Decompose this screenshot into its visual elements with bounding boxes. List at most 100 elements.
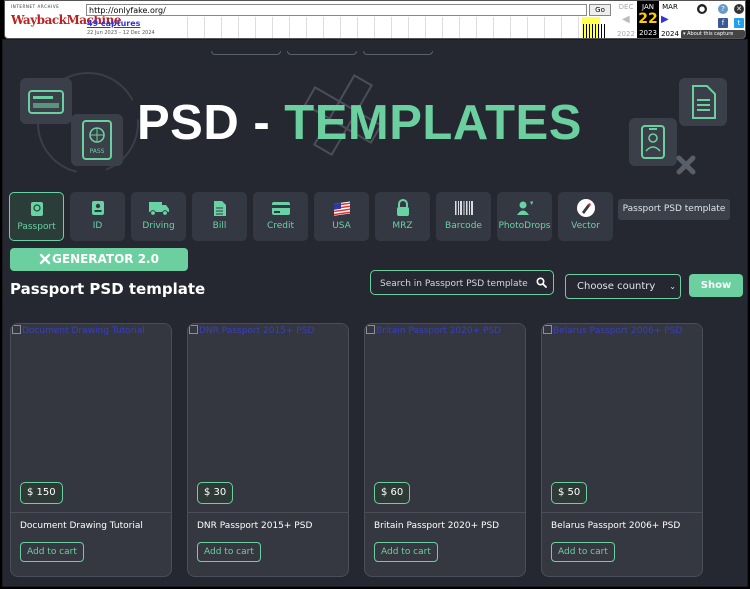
product-image-alt: Belarus Passport 2006+ PSD: [543, 325, 682, 336]
barcode-icon: [436, 198, 491, 218]
prev-arrow-icon[interactable]: ◀: [622, 14, 630, 25]
category-id[interactable]: ID: [70, 192, 125, 241]
product-image-alt: DNR Passport 2015+ PSD: [189, 325, 314, 336]
category-bill[interactable]: Bill: [192, 192, 247, 241]
current-year: 2023: [639, 29, 657, 37]
prev-year[interactable]: 2022: [615, 30, 637, 38]
hero-banner: PASS PSD - TEMPLATES: [3, 62, 747, 182]
search-icon[interactable]: [536, 277, 547, 288]
next-year[interactable]: 2024: [659, 30, 681, 38]
close-icon[interactable]: ✕: [734, 4, 744, 14]
user-icon[interactable]: ●: [697, 4, 707, 14]
product-image-alt: Britain Passport 2020+ PSD: [366, 325, 501, 336]
product-card: Britain Passport 2020+ PSD $ 60 Britain …: [364, 323, 526, 577]
country-select-value: Choose country: [577, 281, 656, 292]
category-photodrops[interactable]: PhotoDrops: [497, 192, 552, 241]
prev-month[interactable]: DEC: [615, 3, 637, 11]
category-mrz[interactable]: MRZ: [375, 192, 430, 241]
top-nav-tab[interactable]: [363, 51, 433, 55]
license-card-icon: [20, 78, 72, 124]
product-image-alt: Document Drawing Tutorial: [12, 325, 145, 336]
category-label: Barcode: [445, 221, 482, 231]
price-badge: $ 60: [374, 482, 411, 504]
passport-icon: [10, 199, 63, 219]
top-nav-tab[interactable]: [287, 51, 357, 55]
lock-icon: [375, 198, 430, 218]
country-select[interactable]: Choose country ⌄: [565, 274, 681, 299]
category-label: Credit: [266, 221, 295, 231]
wayback-capture-range: 22 Jun 2023 – 12 Dec 2024: [87, 30, 155, 36]
price-badge: $ 30: [197, 482, 234, 504]
next-month[interactable]: MAR: [659, 3, 681, 11]
category-vector[interactable]: Vector: [558, 192, 613, 241]
help-icon[interactable]: ?: [718, 4, 728, 14]
category-usa[interactable]: USA: [314, 192, 369, 241]
price-badge: $ 50: [551, 482, 588, 504]
hero-title-white: PSD -: [137, 96, 285, 150]
current-day: 22: [638, 11, 658, 27]
document-lines-icon: [679, 78, 727, 126]
category-passport[interactable]: Passport: [9, 192, 64, 241]
hero-title-green: TEMPLATES: [284, 96, 582, 150]
credit-card-icon: [253, 198, 308, 218]
sparkline-bars: [583, 24, 607, 38]
about-capture-button[interactable]: ▾ About this capture: [681, 30, 745, 38]
wayback-logo[interactable]: INTERNET ARCHIVE WaybackMachine: [11, 4, 121, 36]
add-to-cart-button[interactable]: Add to cart: [374, 542, 438, 562]
price-badge: $ 150: [20, 482, 63, 504]
wayback-sparkline[interactable]: [171, 17, 611, 38]
top-nav-tabs: [211, 40, 441, 55]
svg-text:PASS: PASS: [90, 148, 105, 155]
show-button[interactable]: Show: [689, 274, 743, 297]
category-barcode[interactable]: Barcode: [436, 192, 491, 241]
category-label: Bill: [212, 221, 227, 231]
search-box: [370, 270, 554, 296]
add-to-cart-button[interactable]: Add to cart: [197, 542, 261, 562]
facebook-icon[interactable]: f: [718, 18, 728, 28]
category-label: Vector: [571, 221, 600, 231]
add-to-cart-button[interactable]: Add to cart: [551, 542, 615, 562]
wayback-date-nav: DEC ◀ 2022 JAN 22 2023 MAR ▶ 2024: [615, 1, 681, 38]
usa-flag-icon: [314, 198, 369, 218]
site-page: PASS PSD - TEMPLATES Passport ID Driving: [2, 39, 748, 587]
product-name[interactable]: Belarus Passport 2006+ PSD: [551, 521, 680, 531]
wayback-go-button[interactable]: Go: [589, 4, 611, 16]
photo-drops-icon: [497, 198, 552, 218]
category-label: ID: [92, 221, 103, 231]
generator-label: GENERATOR 2.0: [52, 252, 159, 266]
category-driving[interactable]: Driving: [131, 192, 186, 241]
current-month: JAN: [642, 3, 654, 11]
id-card-icon: [70, 198, 125, 218]
wayback-logo-main: WaybackMachine: [11, 13, 121, 27]
truck-icon: [131, 198, 186, 218]
product-card: DNR Passport 2015+ PSD $ 30 DNR Passport…: [187, 323, 349, 577]
category-credit[interactable]: Credit: [253, 192, 308, 241]
category-tooltip: Passport PSD template: [618, 199, 730, 220]
add-to-cart-button[interactable]: Add to cart: [20, 542, 84, 562]
product-name[interactable]: Document Drawing Tutorial: [20, 521, 143, 531]
category-label: Passport: [17, 222, 56, 232]
wayback-logo-top: INTERNET ARCHIVE: [11, 4, 60, 9]
category-label: Driving: [142, 221, 175, 231]
product-card: Document Drawing Tutorial $ 150 Document…: [10, 323, 172, 577]
x-mark-decoration: [676, 155, 696, 175]
wayback-captures-link[interactable]: 49 captures: [87, 19, 140, 28]
tools-icon: [39, 250, 51, 273]
category-label: MRZ: [392, 221, 413, 231]
category-label: PhotoDrops: [498, 221, 551, 231]
top-nav-tab[interactable]: [211, 51, 281, 55]
product-name[interactable]: DNR Passport 2015+ PSD: [197, 521, 312, 531]
vector-pen-icon: [558, 198, 613, 218]
product-name[interactable]: Britain Passport 2020+ PSD: [374, 521, 499, 531]
current-date: JAN 22 2023: [637, 1, 659, 38]
passport-book-icon: PASS: [71, 114, 123, 166]
next-arrow-icon[interactable]: ▶: [661, 14, 669, 25]
page-title: Passport PSD template: [10, 280, 206, 298]
id-badge-icon: [629, 118, 677, 166]
wayback-toolbar: INTERNET ARCHIVE WaybackMachine Go 49 ca…: [4, 0, 746, 39]
twitter-icon[interactable]: t: [734, 18, 744, 28]
search-input[interactable]: [371, 272, 553, 296]
generator-button[interactable]: GENERATOR 2.0: [10, 248, 188, 271]
category-label: USA: [332, 221, 351, 231]
wayback-url-input[interactable]: [86, 4, 587, 16]
